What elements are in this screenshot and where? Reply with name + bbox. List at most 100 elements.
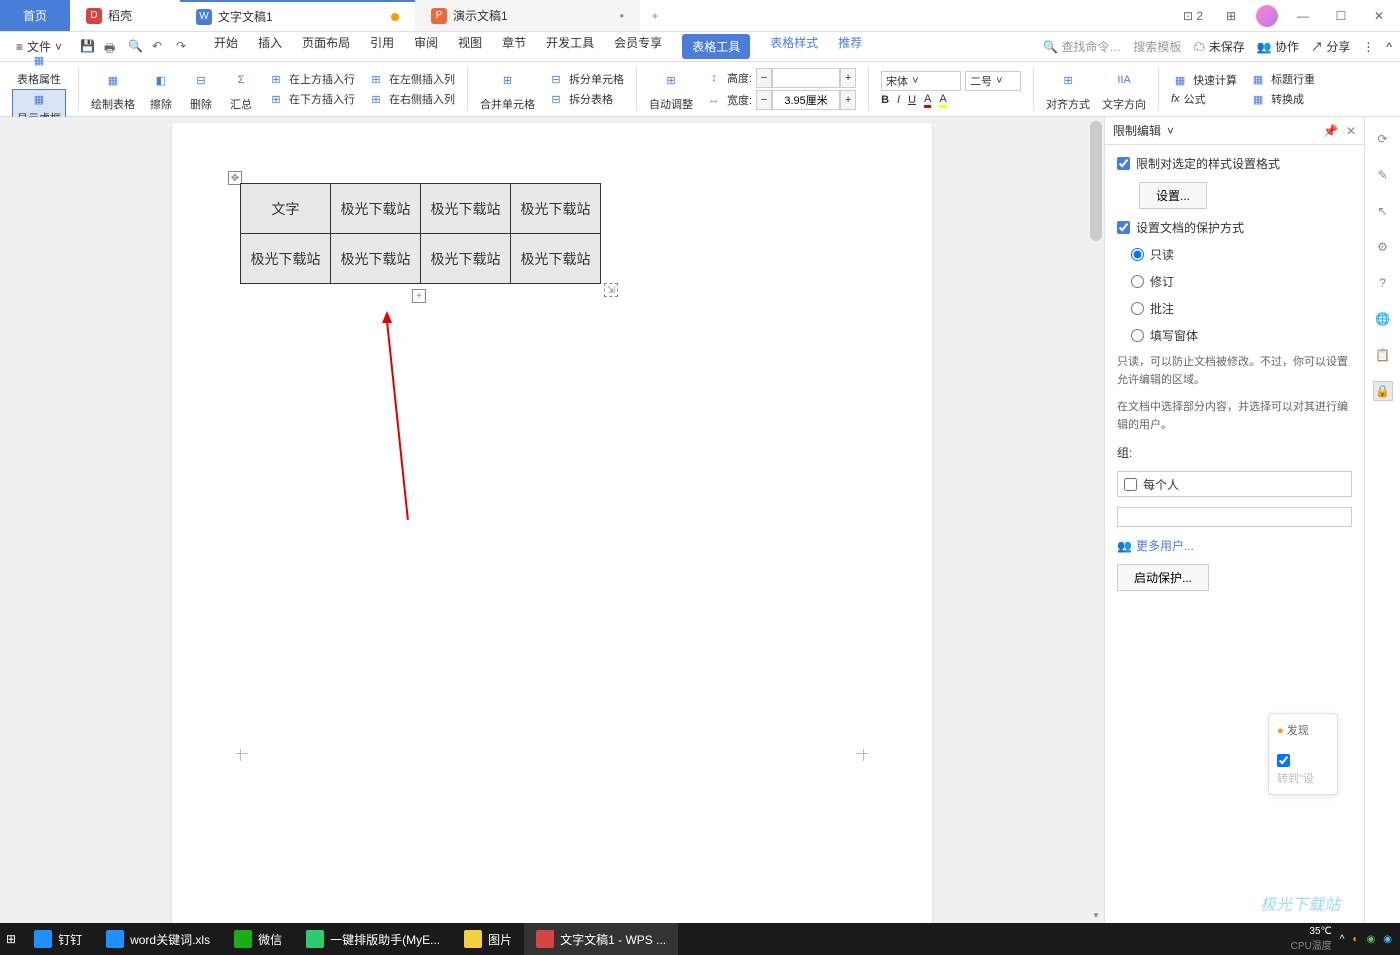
- table-cell[interactable]: 极光下载站: [421, 234, 511, 284]
- table-cell[interactable]: 极光下载站: [511, 234, 601, 284]
- summary-button[interactable]: Σ汇总: [223, 66, 259, 112]
- tracked-changes-radio[interactable]: 修订: [1131, 273, 1352, 290]
- formula-button[interactable]: fx 公式: [1171, 91, 1237, 107]
- comments-radio[interactable]: 批注: [1131, 300, 1352, 317]
- more-users-link[interactable]: 👥 更多用户...: [1117, 537, 1352, 554]
- home-tab[interactable]: 首页: [0, 0, 70, 31]
- tab-dev-tools[interactable]: 开发工具: [546, 34, 594, 59]
- merge-cells-button[interactable]: ⊞合并单元格: [476, 66, 539, 112]
- minimize-button[interactable]: —: [1290, 3, 1316, 29]
- tab-recommend[interactable]: 推荐: [838, 34, 862, 59]
- insert-row-below[interactable]: ⊞在下方插入行: [267, 90, 355, 108]
- table-cell[interactable]: 文字: [241, 184, 331, 234]
- taskbar-item[interactable]: 一键排版助手(MyE...: [294, 923, 452, 955]
- taskbar-item-active[interactable]: 文字文稿1 - WPS ...: [524, 923, 678, 955]
- preview-icon[interactable]: 🔍: [128, 39, 144, 55]
- vertical-scrollbar[interactable]: ▲ ▼: [1088, 117, 1104, 923]
- everyone-checkbox[interactable]: [1124, 478, 1137, 491]
- chevron-down-icon[interactable]: ˅: [1167, 124, 1174, 138]
- text-direction-button[interactable]: IIA文字方向: [1098, 66, 1150, 112]
- tray-icon[interactable]: ◉: [1383, 934, 1392, 945]
- tray-icon[interactable]: ◐: [1352, 934, 1358, 945]
- draw-table-button[interactable]: ▦绘制表格: [87, 66, 139, 112]
- unsaved-button[interactable]: ☁ 未保存: [1193, 38, 1244, 55]
- more-menu-icon[interactable]: ⋮: [1362, 40, 1374, 54]
- tab-view[interactable]: 视图: [458, 34, 482, 59]
- height-minus[interactable]: −: [756, 68, 772, 88]
- taskbar-item[interactable]: 图片: [452, 923, 524, 955]
- share-button[interactable]: ↗ 分享: [1311, 38, 1350, 55]
- tab-close-icon[interactable]: •: [620, 9, 624, 23]
- maximize-button[interactable]: ☐: [1328, 3, 1354, 29]
- width-minus[interactable]: −: [756, 90, 772, 110]
- autofit-button[interactable]: ⊞自动调整: [645, 66, 697, 112]
- taskbar-item[interactable]: word关键词.xls: [94, 923, 222, 955]
- doke-tab[interactable]: D 稻壳: [70, 0, 180, 31]
- tab-review[interactable]: 审阅: [414, 34, 438, 59]
- insert-row-above[interactable]: ⊞在上方插入行: [267, 70, 355, 88]
- align-button[interactable]: ⊞对齐方式: [1042, 66, 1094, 112]
- table-resize-handle[interactable]: ⇲: [604, 283, 618, 297]
- table-cell[interactable]: 极光下载站: [331, 234, 421, 284]
- system-tray[interactable]: 35℃ CPU温度 ^ ◐ ◉ ◉: [1291, 926, 1400, 952]
- tab-start[interactable]: 开始: [214, 34, 238, 59]
- bold-button[interactable]: B: [881, 94, 889, 106]
- table-properties-button[interactable]: ▦表格属性: [13, 51, 65, 87]
- ppt-tab[interactable]: P 演示文稿1 •: [415, 0, 640, 31]
- collab-button[interactable]: 👥 协作: [1257, 38, 1299, 55]
- users-list-box[interactable]: [1117, 507, 1352, 527]
- redo-icon[interactable]: ↷: [176, 39, 192, 55]
- font-size-combo[interactable]: 二号˅: [965, 71, 1021, 91]
- assistant-icon[interactable]: ⟳: [1373, 129, 1393, 149]
- tab-table-style[interactable]: 表格样式: [770, 34, 818, 59]
- height-input[interactable]: [772, 68, 840, 88]
- undo-icon[interactable]: ↶: [152, 39, 168, 55]
- width-input[interactable]: [772, 90, 840, 110]
- italic-button[interactable]: I: [897, 94, 900, 106]
- taskbar-item[interactable]: 微信: [222, 923, 294, 955]
- insert-col-left[interactable]: ⊞在左侧插入列: [367, 70, 455, 88]
- floating-tip[interactable]: ● 发现 转到"设: [1268, 713, 1338, 795]
- user-avatar[interactable]: [1256, 5, 1278, 27]
- protect-doc-checkbox[interactable]: 设置文档的保护方式: [1117, 219, 1352, 236]
- close-button[interactable]: ✕: [1366, 3, 1392, 29]
- scroll-down-icon[interactable]: ▼: [1088, 907, 1104, 923]
- pen-icon[interactable]: ✎: [1373, 165, 1393, 185]
- tab-insert[interactable]: 插入: [258, 34, 282, 59]
- lock-icon[interactable]: 🔒: [1373, 381, 1393, 401]
- translate-icon[interactable]: 🌐: [1373, 309, 1393, 329]
- checkbox-input[interactable]: [1117, 157, 1130, 170]
- tab-chapter[interactable]: 章节: [502, 34, 526, 59]
- fill-forms-radio[interactable]: 填写窗体: [1131, 327, 1352, 344]
- tab-member[interactable]: 会员专享: [614, 34, 662, 59]
- table-cell[interactable]: 极光下载站: [511, 184, 601, 234]
- table-cell[interactable]: 极光下载站: [331, 184, 421, 234]
- select-icon[interactable]: ↖: [1373, 201, 1393, 221]
- clipboard-icon[interactable]: 📋: [1373, 345, 1393, 365]
- document-table[interactable]: 文字 极光下载站 极光下载站 极光下载站 极光下载站 极光下载站 极光下载站 极…: [240, 183, 601, 284]
- table-cell[interactable]: 极光下载站: [241, 234, 331, 284]
- document-canvas[interactable]: ✥ 文字 极光下载站 极光下载站 极光下载站 极光下载站 极光下载站 极光下载站…: [0, 117, 1104, 923]
- panel-close-icon[interactable]: ✕: [1346, 124, 1356, 138]
- underline-button[interactable]: U: [908, 94, 916, 106]
- taskbar-item[interactable]: 钉钉: [22, 923, 94, 955]
- limit-style-checkbox[interactable]: 限制对选定的样式设置格式: [1117, 155, 1352, 172]
- insert-col-right[interactable]: ⊞在右侧插入列: [367, 90, 455, 108]
- tray-icon[interactable]: ◉: [1367, 934, 1376, 945]
- pin-icon[interactable]: 📌: [1323, 124, 1338, 138]
- header-row-button[interactable]: ▦标题行重: [1249, 70, 1315, 88]
- quick-calc-button[interactable]: ▦快速计算: [1171, 71, 1237, 89]
- everyone-checkbox-row[interactable]: 每个人: [1117, 471, 1352, 497]
- split-cells-button[interactable]: ⊟拆分单元格: [547, 70, 624, 88]
- table-cell[interactable]: 极光下载站: [421, 184, 511, 234]
- tip-checkbox[interactable]: [1277, 754, 1290, 767]
- settings-slider-icon[interactable]: ⚙: [1373, 237, 1393, 257]
- split-table-button[interactable]: ⊟拆分表格: [547, 90, 624, 108]
- readonly-radio[interactable]: 只读: [1131, 246, 1352, 263]
- collapse-ribbon-icon[interactable]: ^: [1386, 40, 1392, 54]
- tab-page-layout[interactable]: 页面布局: [302, 34, 350, 59]
- taskbar-start[interactable]: ⊞: [0, 923, 22, 955]
- print-icon[interactable]: 🖶: [104, 39, 120, 55]
- save-icon[interactable]: 💾: [80, 39, 96, 55]
- settings-button[interactable]: 设置...: [1139, 182, 1207, 209]
